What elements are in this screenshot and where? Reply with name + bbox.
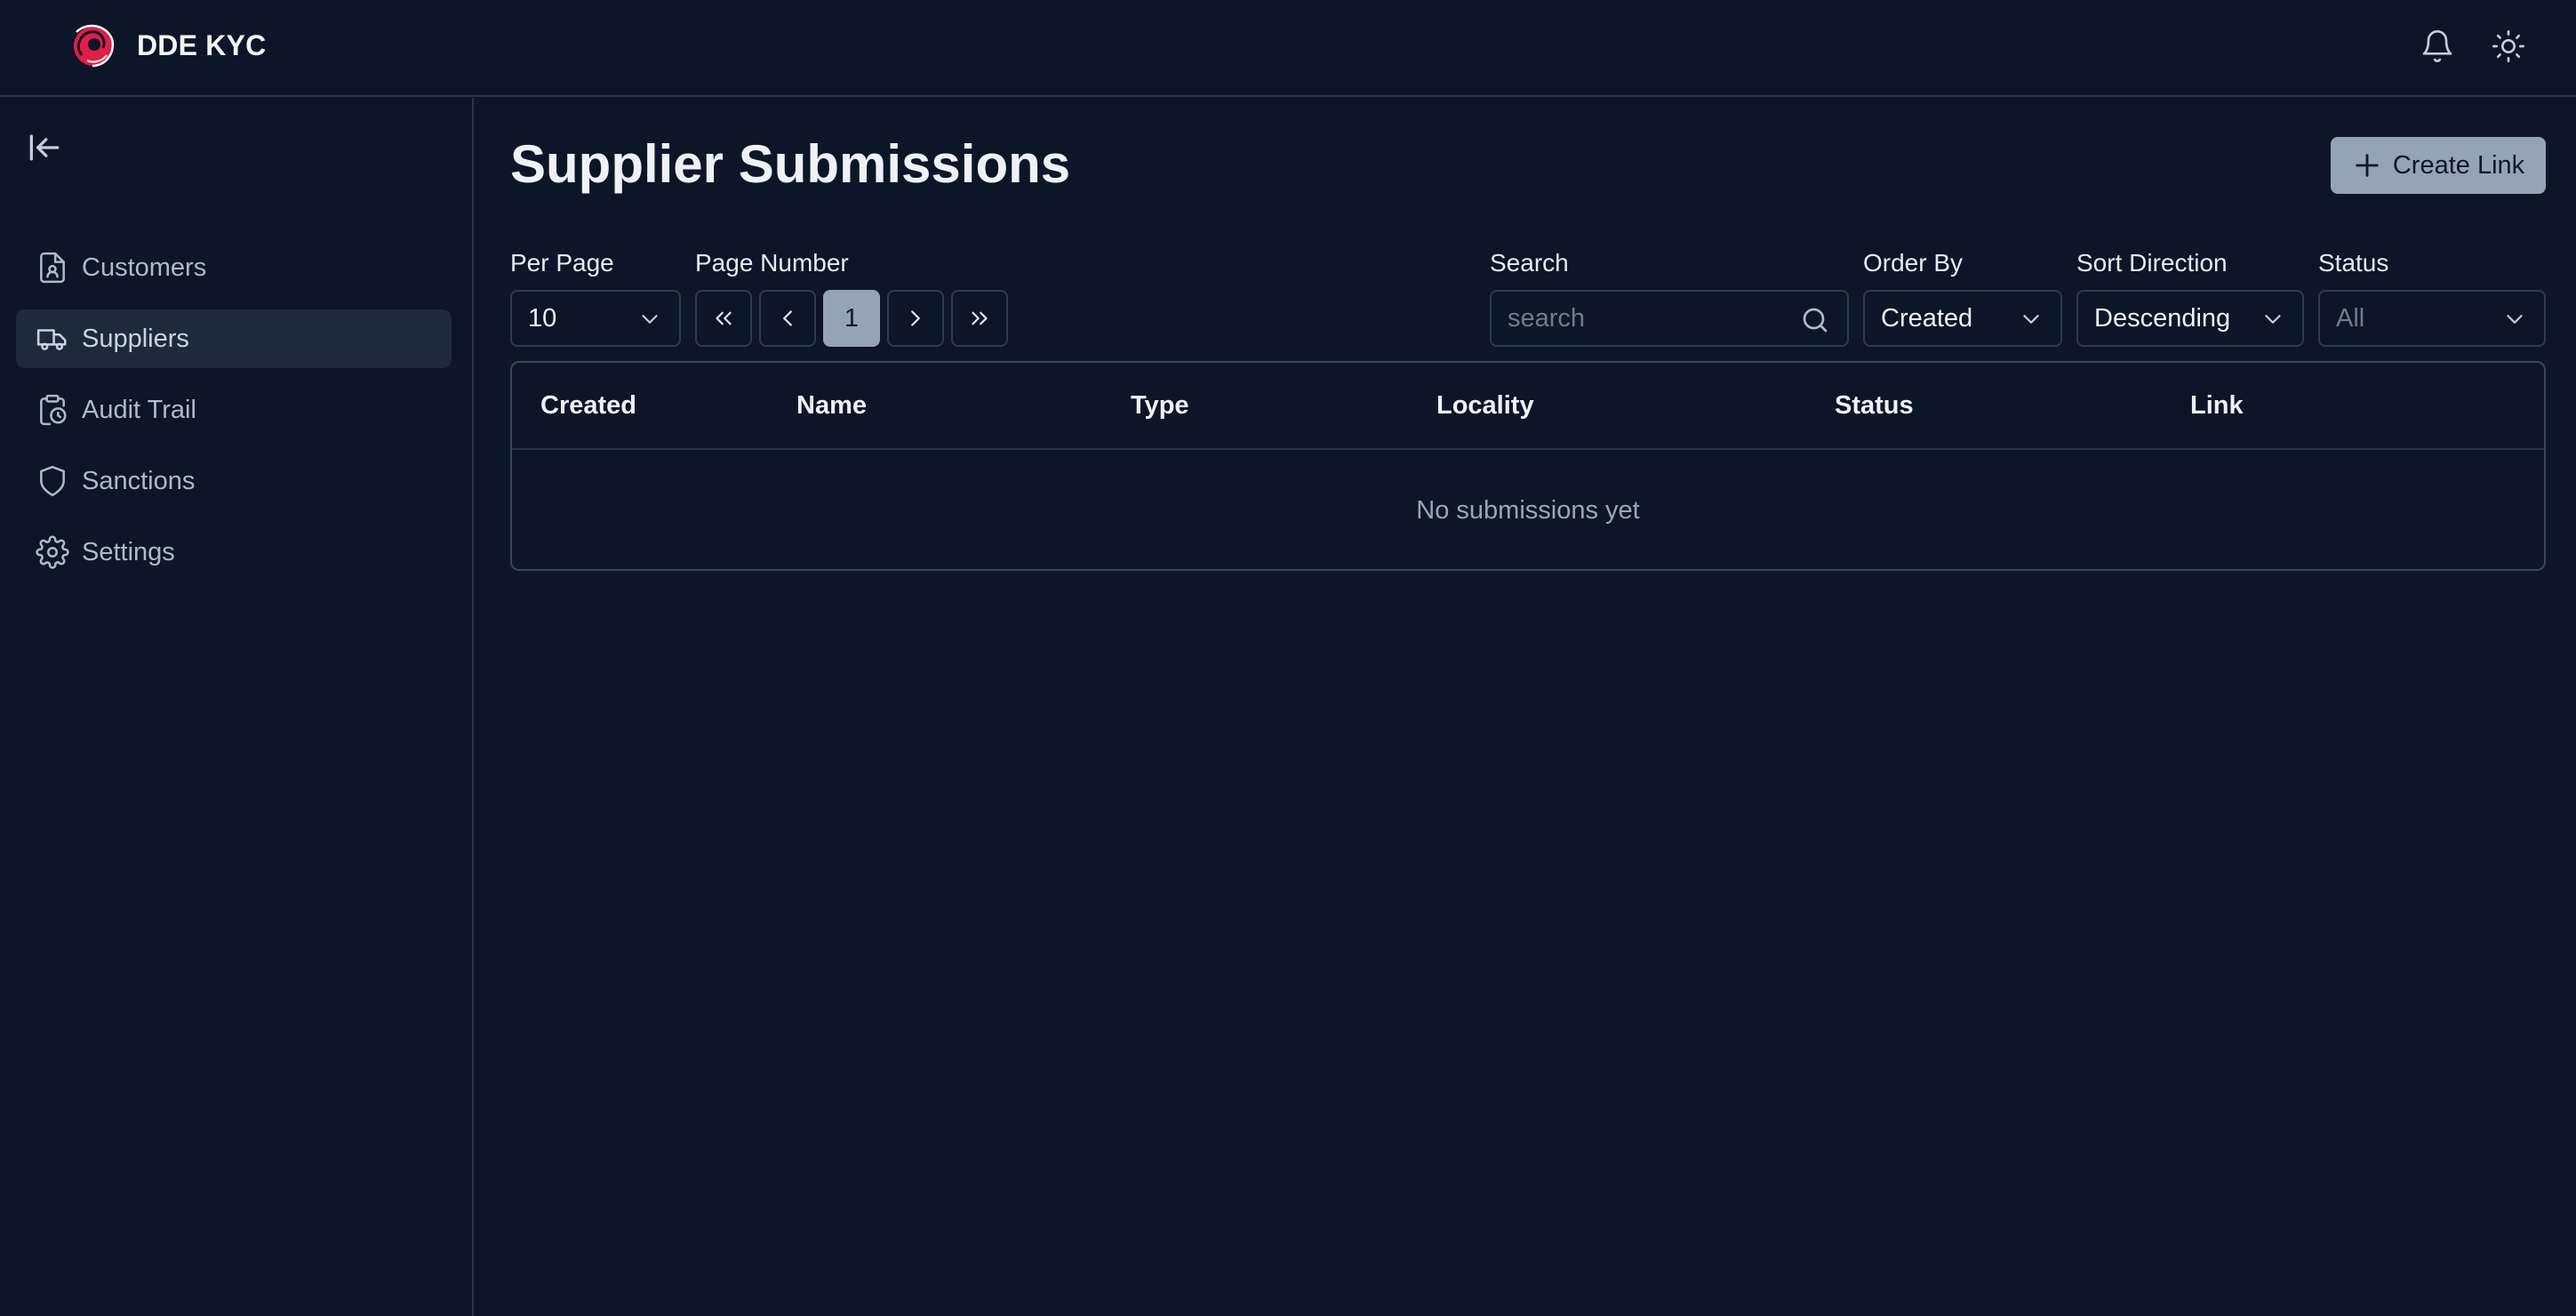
chevrons-left-icon — [716, 311, 732, 325]
submissions-table: Created Name Type Locality Status Link N… — [510, 361, 2546, 571]
customer-file-icon — [40, 252, 65, 284]
sidebar-item-label: Settings — [82, 537, 175, 566]
sun-icon[interactable] — [2489, 27, 2528, 66]
chevron-down-icon — [2507, 315, 2523, 324]
status-select[interactable]: All — [2318, 290, 2546, 347]
search-input[interactable] — [1508, 303, 1792, 333]
sidebar-item-label: Suppliers — [82, 324, 189, 353]
sidebar-item-label: Customers — [82, 253, 207, 282]
sidebar-item-suppliers[interactable]: Suppliers — [16, 309, 452, 368]
search-icon — [1803, 308, 1828, 333]
sidebar-item-customers[interactable]: Customers — [16, 238, 452, 297]
order-by-value: Created — [1881, 303, 1973, 333]
sidebar-item-label: Sanctions — [82, 466, 196, 495]
column-header-link[interactable]: Link — [2190, 391, 2244, 421]
sidebar-nav: Customers Suppliers Audit Trail Sanction… — [16, 238, 452, 594]
plus-icon — [2356, 154, 2379, 177]
create-link-button[interactable]: Create Link — [2331, 137, 2546, 194]
sort-direction-select[interactable]: Descending — [2076, 290, 2304, 347]
column-header-created[interactable]: Created — [540, 391, 636, 421]
last-page-button[interactable] — [951, 290, 1008, 347]
clipboard-clock-icon — [40, 394, 67, 426]
app-logo-icon — [74, 24, 115, 68]
truck-icon — [36, 329, 67, 350]
current-page-button[interactable]: 1 — [823, 290, 880, 347]
app-title: DDE KYC — [137, 28, 267, 61]
bell-icon[interactable] — [2418, 27, 2457, 66]
column-header-locality[interactable]: Locality — [1436, 391, 1534, 421]
sidebar: Customers Suppliers Audit Trail Sanction… — [0, 98, 474, 1316]
status-value: All — [2336, 303, 2365, 333]
column-header-type[interactable]: Type — [1131, 391, 1189, 421]
page-number-label: Page Number — [695, 249, 849, 277]
sidebar-item-settings[interactable]: Settings — [16, 523, 452, 582]
order-by-label: Order By — [1863, 249, 1964, 277]
sort-direction-value: Descending — [2094, 303, 2231, 333]
per-page-select[interactable]: 10 — [510, 290, 681, 347]
sort-direction-label: Sort Direction — [2076, 249, 2228, 277]
empty-state-message: No submissions yet — [1416, 496, 1640, 525]
main-content: Supplier Submissions Create Link Per Pag… — [475, 98, 2576, 1316]
first-page-button[interactable] — [695, 290, 752, 347]
current-page-number: 1 — [844, 303, 860, 333]
sidebar-item-label: Audit Trail — [82, 395, 196, 424]
sidebar-item-sanctions[interactable]: Sanctions — [16, 452, 452, 510]
gear-icon — [36, 535, 69, 569]
order-by-select[interactable]: Created — [1863, 290, 2062, 347]
column-header-status[interactable]: Status — [1835, 391, 1914, 421]
chevron-down-icon — [2023, 315, 2039, 324]
sidebar-item-audit-trail[interactable]: Audit Trail — [16, 381, 452, 439]
brand[interactable]: DDE KYC — [68, 20, 266, 71]
previous-page-button[interactable] — [759, 290, 816, 347]
chevron-down-icon — [642, 315, 658, 324]
search-label: Search — [1490, 249, 1569, 277]
chevrons-right-icon — [972, 311, 988, 325]
shield-icon — [40, 465, 65, 497]
next-page-button[interactable] — [887, 290, 944, 347]
collapse-left-icon[interactable] — [25, 128, 64, 167]
status-label: Status — [2318, 249, 2389, 277]
create-link-label: Create Link — [2392, 150, 2525, 180]
chevron-right-icon — [911, 310, 920, 326]
top-bar: DDE KYC — [0, 0, 2576, 97]
page-title: Supplier Submissions — [510, 134, 1071, 194]
per-page-value: 10 — [528, 303, 557, 333]
search-field[interactable] — [1490, 290, 1849, 347]
per-page-label: Per Page — [510, 249, 614, 277]
chevron-down-icon — [2265, 315, 2281, 324]
table-header: Created Name Type Locality Status Link — [512, 363, 2544, 450]
chevron-left-icon — [783, 310, 792, 326]
column-header-name[interactable]: Name — [796, 391, 867, 421]
